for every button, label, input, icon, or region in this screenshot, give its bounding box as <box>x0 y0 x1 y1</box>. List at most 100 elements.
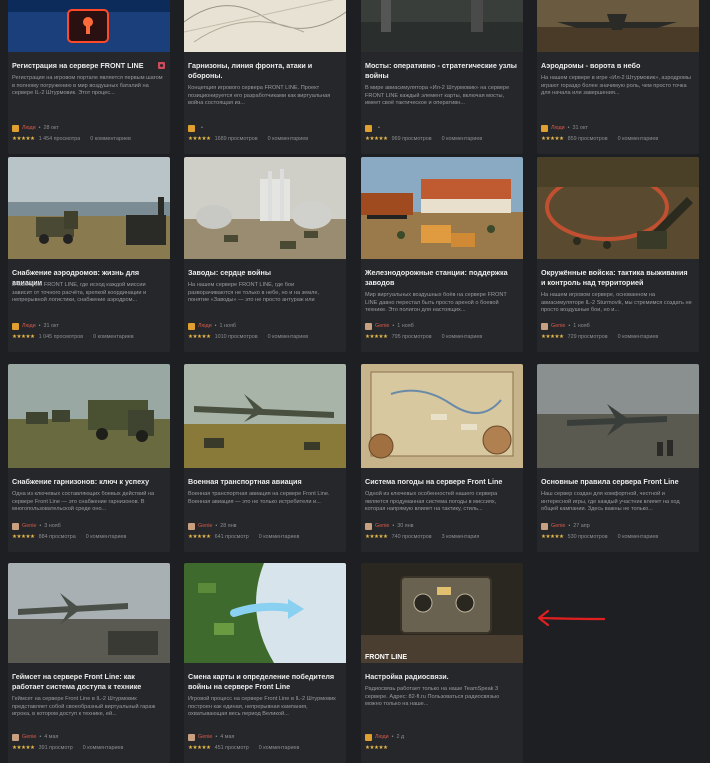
article-card[interactable]: Регистрация на сервере FRONT LINE Регистр… <box>8 0 170 154</box>
article-title[interactable]: Военная транспортная авиация <box>188 477 340 487</box>
article-thumbnail[interactable] <box>361 0 523 52</box>
article-thumbnail[interactable] <box>8 157 170 259</box>
article-card[interactable]: Основные правила сервера Front Line Наш с… <box>537 364 699 552</box>
author-avatar[interactable] <box>541 522 548 530</box>
author-avatar[interactable] <box>12 522 19 530</box>
article-thumbnail[interactable] <box>361 364 523 468</box>
author-avatar[interactable] <box>365 322 372 330</box>
comments-count[interactable]: 0 комментариев <box>618 136 659 142</box>
author-name[interactable]: Genie <box>198 734 212 740</box>
author-avatar[interactable] <box>188 322 195 330</box>
comments-count[interactable]: 3 комментария <box>442 534 480 540</box>
article-thumbnail[interactable] <box>184 563 346 663</box>
article-excerpt: Игровой процесс на сервере Front Line в … <box>188 696 336 718</box>
comments-count[interactable]: 0 комментариев <box>442 136 483 142</box>
comments-count[interactable]: 0 комментариев <box>618 534 659 540</box>
article-thumbnail[interactable] <box>537 364 699 468</box>
author-avatar[interactable] <box>12 733 19 741</box>
author-avatar[interactable] <box>188 124 195 132</box>
author-avatar[interactable] <box>365 124 372 132</box>
comments-count[interactable]: 0 комментариев <box>268 136 309 142</box>
article-title[interactable]: Мосты: оперативно - стратегические узлы … <box>365 61 517 81</box>
article-card[interactable]: Окружённые войска: тактика выживания и к… <box>537 157 699 352</box>
author-avatar[interactable] <box>541 124 548 132</box>
article-card[interactable]: Военная транспортная авиация Военная тран… <box>184 364 346 552</box>
comments-count[interactable]: 0 комментариев <box>442 334 483 340</box>
article-card[interactable]: Заводы: сердце войны На нашем сервере FRO… <box>184 157 346 352</box>
views-count: 451 просмотр <box>214 745 249 751</box>
article-thumbnail[interactable] <box>184 0 346 52</box>
article-thumbnail[interactable]: FRONT LINE <box>361 563 523 663</box>
article-title[interactable]: Гарнизоны, линия фронта, атаки и обороны… <box>188 61 340 81</box>
author-avatar[interactable] <box>365 522 372 530</box>
comments-count[interactable]: 0 комментариев <box>259 745 300 751</box>
article-thumbnail[interactable] <box>537 157 699 259</box>
article-card[interactable]: Гарнизоны, линия фронта, атаки и обороны… <box>184 0 346 154</box>
comments-count[interactable]: 0 комментариев <box>259 534 300 540</box>
article-card[interactable]: Железнодорожные станции: поддержка завод… <box>361 157 523 352</box>
article-thumbnail[interactable] <box>361 157 523 259</box>
article-title[interactable]: Смена карты и определение победителя вой… <box>188 672 340 692</box>
thumb-caption: FRONT LINE <box>365 654 407 661</box>
article-title[interactable]: Геймсет на сервере Front Line: как работ… <box>12 672 164 692</box>
comments-count[interactable]: 0 комментариев <box>86 534 127 540</box>
article-title[interactable]: Снабжение гарнизонов: ключ к успеху <box>12 477 164 487</box>
article-title[interactable]: Заводы: сердце войны <box>188 268 340 278</box>
article-card[interactable]: Аэродромы - ворота в небо На нашем сервер… <box>537 0 699 154</box>
article-date: 28 окт <box>43 125 59 131</box>
author-name[interactable]: Genie <box>22 734 36 740</box>
rating-stars: ★★★★★ <box>188 534 211 540</box>
author-avatar[interactable] <box>188 522 195 530</box>
author-name[interactable]: Genie <box>22 523 36 529</box>
author-avatar[interactable] <box>12 124 19 132</box>
author-name[interactable]: Genie <box>551 523 565 529</box>
author-name[interactable]: Genie <box>375 523 389 529</box>
author-name[interactable]: Genie <box>375 323 389 329</box>
author-name[interactable]: Genie <box>198 523 212 529</box>
author-avatar[interactable] <box>12 322 19 330</box>
article-stats: ★★★★★ 740 просмотров 3 комментария <box>365 533 519 541</box>
article-title[interactable]: Железнодорожные станции: поддержка завод… <box>365 268 517 288</box>
article-title[interactable]: Система погоды на сервере Front Line <box>365 477 517 487</box>
article-title[interactable]: Настройка радиосвязи. <box>365 672 517 682</box>
author-name[interactable]: Люди <box>22 323 36 329</box>
article-thumbnail[interactable] <box>184 157 346 259</box>
article-excerpt: Геймсет на сервере Front Line в IL-2 Шту… <box>12 696 156 718</box>
comments-count[interactable]: 0 комментариев <box>93 334 134 340</box>
article-meta: Genie • 1 нояб <box>365 322 519 330</box>
article-thumbnail[interactable] <box>184 364 346 468</box>
article-card[interactable]: FRONT LINE Настройка радиосвязи. Радиосвяз… <box>361 563 523 763</box>
article-title[interactable]: Основные правила сервера Front Line <box>541 477 693 487</box>
article-thumbnail[interactable] <box>8 563 170 663</box>
author-avatar[interactable] <box>188 733 195 741</box>
author-name[interactable]: Люди <box>551 125 565 131</box>
article-stats: ★★★★★ 391 просмотр 0 комментариев <box>12 744 166 752</box>
author-name[interactable]: Люди <box>22 125 36 131</box>
article-thumbnail[interactable] <box>8 364 170 468</box>
article-meta: • <box>365 124 519 132</box>
article-date: 1 нояб <box>219 323 236 329</box>
comments-count[interactable]: 0 комментариев <box>83 745 124 751</box>
author-avatar[interactable] <box>365 733 372 741</box>
author-avatar[interactable] <box>541 322 548 330</box>
author-name[interactable]: Люди <box>198 323 212 329</box>
article-card[interactable]: Снабжение гарнизонов: ключ к успеху Одна … <box>8 364 170 552</box>
views-count: 740 просмотров <box>391 534 432 540</box>
article-title[interactable]: Аэродромы - ворота в небо <box>541 61 693 71</box>
article-card[interactable]: Смена карты и определение победителя вой… <box>184 563 346 763</box>
comments-count[interactable]: 0 комментариев <box>618 334 659 340</box>
date-separator: • <box>215 734 218 740</box>
article-title[interactable]: Окружённые войска: тактика выживания и к… <box>541 268 693 288</box>
article-card[interactable]: Геймсет на сервере Front Line: как работ… <box>8 563 170 763</box>
comments-count[interactable]: 0 комментариев <box>90 136 131 142</box>
rating-stars: ★★★★★ <box>541 136 564 142</box>
article-card[interactable]: Система погоды на сервере Front Line Одно… <box>361 364 523 552</box>
article-thumbnail[interactable] <box>8 0 170 52</box>
author-name[interactable]: Genie <box>551 323 565 329</box>
article-card[interactable]: Мосты: оперативно - стратегические узлы … <box>361 0 523 154</box>
article-title[interactable]: Регистрация на сервере FRONT LINE <box>12 61 164 71</box>
comments-count[interactable]: 0 комментариев <box>268 334 309 340</box>
article-thumbnail[interactable] <box>537 0 699 52</box>
author-name[interactable]: Люди <box>375 734 389 740</box>
article-card[interactable]: Снабжение аэродромов: жизнь для авиации В… <box>8 157 170 352</box>
